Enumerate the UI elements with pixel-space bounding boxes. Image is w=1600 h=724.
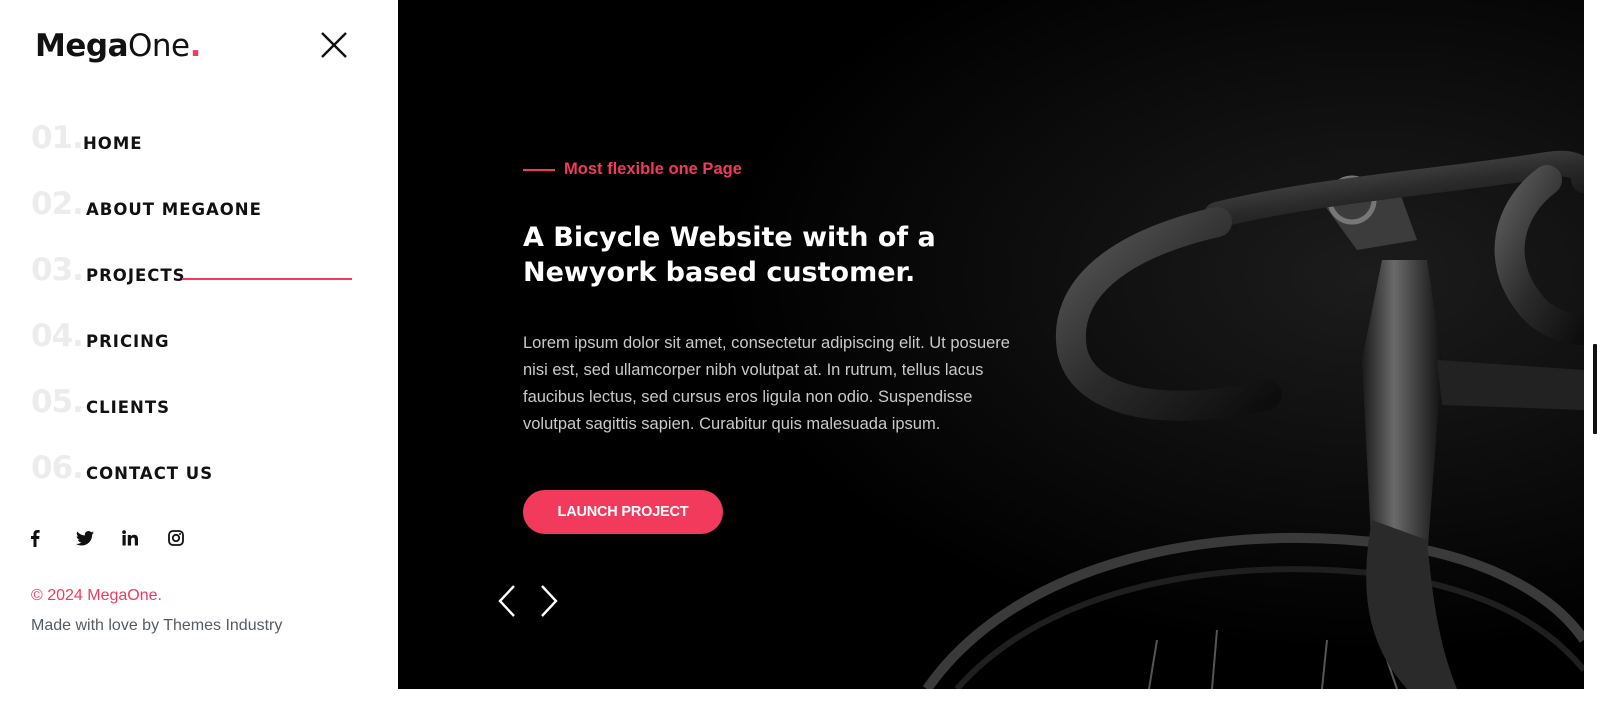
instagram-icon[interactable] [168,526,214,550]
nav-number: 01. [31,120,84,156]
hero-eyebrow: Most flexible one Page [523,160,742,179]
logo-bold-text: Mega [35,28,128,64]
copyright-text: © 2024 MegaOne. [31,587,162,604]
nav-label: CONTACT US [86,464,214,483]
nav-label: CLIENTS [86,398,170,417]
page-background [397,689,1600,724]
scrollbar-thumb[interactable] [1593,344,1597,434]
logo-light-text: One [127,28,190,64]
sidebar-shadow [397,0,415,689]
logo-dot: . [189,28,202,64]
linkedin-icon[interactable] [122,526,168,550]
nav-label: PRICING [86,332,170,351]
launch-project-button[interactable]: LAUNCH PROJECT [523,490,723,534]
eyebrow-text: Most flexible one Page [564,160,742,178]
social-links [30,526,214,550]
credit-text: Made with love by Themes Industry [31,617,283,634]
eyebrow-line [523,168,555,171]
nav-number: 06. [31,450,84,486]
hero-title: A Bicycle Website with of a Newyork base… [523,222,936,288]
chevron-left-icon[interactable] [497,584,517,618]
nav-label: HOME [83,134,143,153]
hero-slider: Most flexible one Page A Bicycle Website… [397,0,1584,689]
chevron-right-icon[interactable] [539,584,559,618]
active-indicator-line [182,278,352,280]
logo[interactable]: MegaOne. [35,28,201,64]
nav-number: 04. [31,318,84,354]
close-icon[interactable] [319,30,349,60]
nav-label: PROJECTS [86,266,186,285]
facebook-icon[interactable] [30,526,76,550]
hero-description: Lorem ipsum dolor sit amet, consectetur … [523,334,1010,433]
nav-number: 05. [31,384,84,420]
nav-number: 03. [31,252,84,288]
slider-arrows [497,584,559,618]
side-menu: MegaOne. 01. HOME 02. ABOUT MEGAONE 03. … [0,0,398,724]
nav-label: ABOUT MEGAONE [86,200,262,219]
nav-number: 02. [31,186,84,222]
twitter-icon[interactable] [76,526,122,550]
